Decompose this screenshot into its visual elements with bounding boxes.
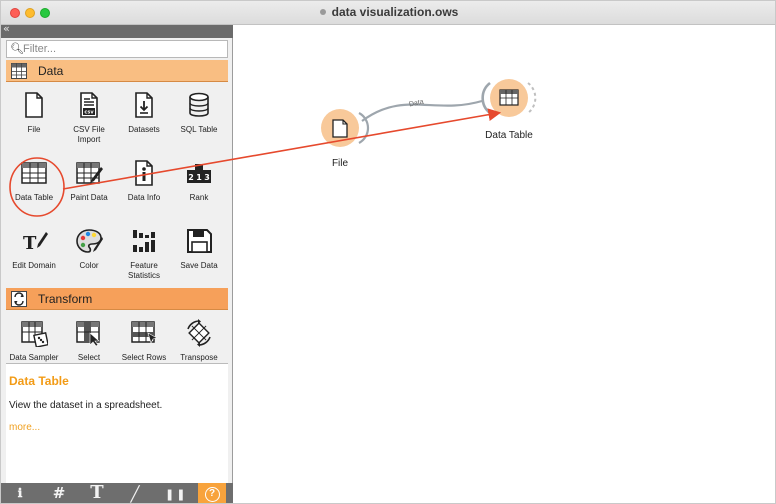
- help-icon: ?: [204, 487, 220, 502]
- info-icon: [135, 160, 153, 186]
- widget-label: Edit Domain: [12, 261, 56, 270]
- widget-file[interactable]: File: [6, 83, 62, 151]
- widget-label: Save Data: [180, 261, 218, 270]
- widget-color[interactable]: Color: [61, 219, 117, 287]
- datasets-icon: [135, 92, 153, 118]
- transform-widget-grid: Data Sampler Select Columns: [6, 311, 228, 363]
- description-title: Data Table: [9, 374, 69, 388]
- title-bar: data visualization.ows: [1, 1, 775, 25]
- widget-data-info[interactable]: Data Info: [116, 151, 172, 219]
- table-icon: [11, 63, 27, 79]
- edit-domain-icon: T: [23, 232, 48, 254]
- transform-icon: [11, 291, 27, 307]
- filter-field[interactable]: 🔍︎: [6, 40, 228, 58]
- help-button[interactable]: ?: [198, 483, 226, 503]
- file-node-label: File: [331, 158, 349, 169]
- info-icon[interactable]: ℹ: [13, 486, 27, 503]
- collapse-toolbox-bar[interactable]: «: [1, 22, 233, 38]
- select-rows-icon: [131, 321, 158, 344]
- save-icon: [187, 229, 212, 253]
- widget-select-columns[interactable]: Select Columns: [61, 311, 117, 363]
- widget-paint-data[interactable]: Paint Data: [61, 151, 117, 219]
- category-label-transform: Transform: [38, 292, 93, 306]
- widget-feature-statistics[interactable]: Feature Statistics: [116, 219, 172, 287]
- widget-label: CSV File Import: [73, 125, 105, 144]
- widget-label: Select Rows: [121, 353, 167, 362]
- database-icon: [189, 92, 209, 117]
- data-widget-grid: File csv CSV File Import Datasets SQL Ta…: [6, 83, 228, 287]
- filter-input[interactable]: [23, 42, 223, 56]
- category-header-transform[interactable]: Transform: [6, 288, 228, 310]
- double-chevron-left-icon[interactable]: «: [3, 22, 10, 35]
- app-window: data visualization.ows « 🔍︎ Data: [0, 0, 776, 504]
- window-title-text: data visualization.ows: [331, 5, 459, 19]
- palette-icon: [76, 229, 103, 253]
- data-sampler-icon: [21, 321, 48, 347]
- widget-data-table[interactable]: Data Table: [6, 151, 62, 219]
- file-node-shape[interactable]: [321, 109, 370, 147]
- widget-label: File: [27, 125, 41, 134]
- search-icon: 🔍︎: [10, 42, 24, 55]
- widget-label: Datasets: [128, 125, 160, 134]
- category-header-data[interactable]: Data: [6, 60, 228, 82]
- bottom-toolbar: ℹ # T ╱ ❚❚ ?: [1, 482, 233, 503]
- widget-label: Color: [79, 261, 99, 270]
- widget-save-data[interactable]: Save Data: [171, 219, 227, 287]
- file-icon: [25, 92, 43, 118]
- svg-text:2: 2: [188, 173, 194, 182]
- widget-datasets[interactable]: Datasets: [116, 83, 172, 151]
- widget-label: Data Table: [14, 193, 54, 202]
- more-link[interactable]: more...: [9, 422, 40, 433]
- widget-label: Data Info: [127, 193, 161, 202]
- workflow-canvas[interactable]: Data File Data Table: [234, 25, 775, 503]
- widget-label: SQL Table: [180, 125, 218, 134]
- pause-icon[interactable]: ❚❚: [165, 488, 185, 503]
- workflow-links-layer: [321, 79, 537, 147]
- widget-label: Transpose: [180, 353, 218, 362]
- widget-transpose[interactable]: Transpose: [171, 311, 227, 363]
- svg-text:1: 1: [196, 173, 202, 182]
- window-title: data visualization.ows: [1, 5, 775, 19]
- description-text: View the dataset in a spreadsheet.: [9, 400, 163, 411]
- widget-label: Rank: [189, 193, 209, 202]
- bar-stats-icon: [133, 230, 155, 252]
- widget-csv-file-import[interactable]: csv CSV File Import: [61, 83, 117, 151]
- paint-data-icon: [76, 162, 103, 184]
- widget-description-panel: Data Table View the dataset in a spreads…: [6, 363, 228, 483]
- transpose-icon: [187, 319, 211, 347]
- svg-text:T: T: [23, 233, 37, 254]
- svg-text:3: 3: [204, 173, 210, 182]
- widget-edit-domain[interactable]: T Edit Domain: [6, 219, 62, 287]
- widget-label: Data Sampler: [9, 353, 59, 362]
- data-table-node-shape[interactable]: [481, 79, 537, 117]
- csv-file-icon: csv: [80, 92, 98, 118]
- widget-label: Paint Data: [70, 193, 108, 202]
- hash-icon[interactable]: #: [51, 484, 67, 503]
- category-label-data: Data: [38, 64, 64, 78]
- widget-label: Select Columns: [77, 353, 101, 362]
- widget-select-rows[interactable]: Select Rows: [116, 311, 172, 363]
- select-columns-icon: [76, 321, 100, 347]
- arrow-annotation-icon[interactable]: ╱: [125, 485, 145, 503]
- widget-rank[interactable]: 2 1 3 Rank: [171, 151, 227, 219]
- widget-label: Feature Statistics: [127, 261, 160, 280]
- widget-sql-table[interactable]: SQL Table: [171, 83, 227, 151]
- document-icon: [319, 8, 326, 15]
- svg-text:csv: csv: [84, 110, 94, 116]
- widget-data-sampler[interactable]: Data Sampler: [6, 311, 62, 363]
- widget-toolbox: « 🔍︎ Data: [1, 22, 233, 503]
- text-annotation-icon[interactable]: T: [89, 482, 105, 503]
- rank-icon: 2 1 3: [187, 164, 211, 183]
- table-icon: [21, 162, 47, 184]
- data-table-node-label: Data Table: [485, 130, 533, 141]
